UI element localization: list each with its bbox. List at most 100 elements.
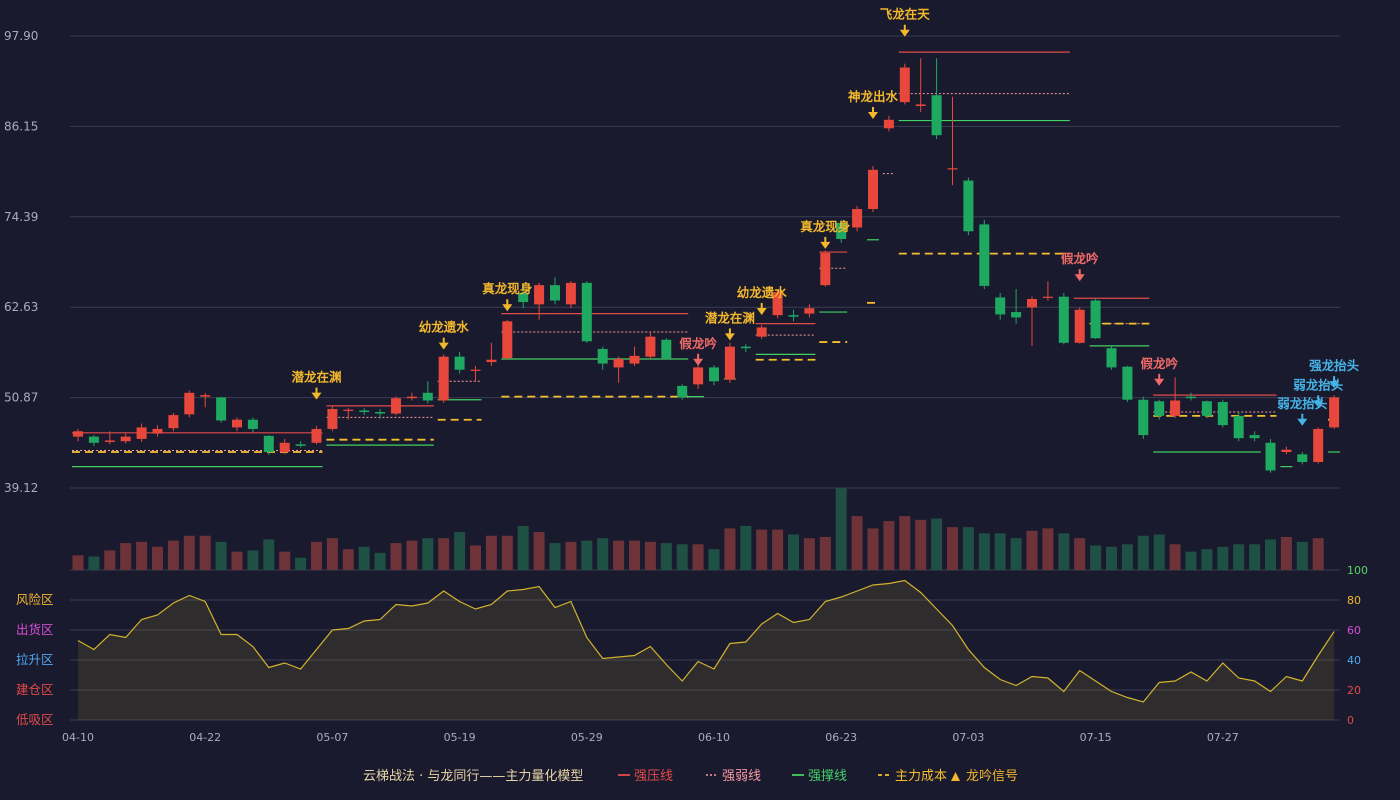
candle-body [391,398,401,414]
volume-bar [247,550,259,570]
candle-body [820,252,831,286]
volume-bar [867,528,879,570]
volume-bar [358,546,370,570]
signal-label: 强龙抬头 [1309,358,1360,373]
candle-body [1170,400,1181,416]
volume-bar [1121,544,1133,570]
candle-body [375,412,386,414]
candle-body [947,168,958,170]
candle-body [136,427,147,439]
candle-body [1011,312,1022,318]
candle-body [454,356,465,370]
volume-bar [676,544,688,570]
signal-label: 真龙现身 [800,219,851,234]
osc-tick-label: 100 [1347,564,1368,577]
candle-body [104,440,115,443]
candle-body [311,428,322,443]
candle-body [724,346,735,380]
date-tick-label: 04-10 [62,731,94,744]
volume-bar [374,552,386,570]
osc-tick-label: 80 [1347,594,1361,607]
osc-tick-label: 20 [1347,684,1361,697]
candle-body [1042,296,1053,298]
volume-bar [756,529,768,570]
price-tick-label: 39.12 [4,481,38,495]
volume-bar [692,544,704,570]
date-tick-label: 06-23 [825,731,857,744]
signal-label: 假龙吟 [1140,356,1178,371]
candle-body [740,346,751,349]
volume-bar [215,541,227,570]
volume-bar [1042,528,1054,570]
date-tick-label: 07-03 [952,731,984,744]
candle-body [247,419,258,429]
candle-body [120,436,131,442]
volume-bar [629,540,640,570]
volume-bar [915,519,927,570]
candle-body [152,428,163,434]
candle-body [232,419,242,428]
price-tick-label: 97.90 [4,29,38,43]
volume-bar [1233,544,1245,570]
volume-bar [120,543,132,570]
candle-body [645,336,656,357]
candle-body [263,435,274,453]
volume-bar [1090,545,1102,570]
osc-zone-label: 拉升区 [16,652,54,667]
volume-bar [565,541,577,570]
volume-bar [597,538,609,570]
volume-bar [199,535,211,570]
candle-body [963,180,974,232]
candle-body [677,385,688,398]
date-tick-label: 04-22 [189,731,221,744]
osc-zone-label: 低吸区 [16,712,54,727]
legend-title: 云梯战法 · 与龙同行——主力量化模型 [363,769,583,784]
candle-body [1249,435,1260,439]
volume-bar [311,541,322,570]
volume-bar [263,539,275,570]
signal-label: 幼龙遗水 [419,320,470,335]
price-tick-label: 50.87 [4,391,38,405]
candle-body [1265,442,1276,471]
candle-body [550,285,560,301]
candle-body [756,327,767,337]
volume-bar [470,545,481,570]
candle-body [931,95,942,136]
signal-label: 潜龙在渊 [291,370,341,385]
osc-tick-label: 60 [1347,624,1361,637]
volume-bar [899,516,911,570]
volume-bar [1010,538,1022,570]
volume-bar [1026,530,1038,570]
candle-body [1281,449,1292,453]
candle-body [343,409,354,411]
candle-body [327,408,338,429]
date-tick-label: 05-29 [571,731,603,744]
volume-bar [1185,551,1197,570]
candle-body [438,356,449,401]
volume-bar [501,535,513,570]
volume-bar [342,549,354,570]
legend-weak: 强弱线 [722,769,761,784]
candle-body [804,308,815,314]
candle-body [709,367,719,382]
candle-body [502,321,513,359]
signal-label: 幼龙遗水 [737,285,788,300]
candle-body [1297,454,1308,463]
candle-body [868,169,878,210]
candle-body [915,104,926,106]
volume-bar [485,535,497,570]
candle-body [470,369,481,371]
volume-bar [1137,535,1149,570]
candle-body [279,442,290,453]
volume-bar [549,543,561,570]
signal-label: 假龙吟 [1061,251,1099,266]
volume-bar [88,556,100,570]
candle-body [1074,309,1085,343]
candle-body [581,282,592,342]
legend-strong-pressure: 强压线 [634,769,673,784]
volume-bar [1280,536,1292,570]
candle-body [899,67,910,103]
signal-label: 真龙现身 [482,281,533,296]
candle-body [73,431,83,437]
signal-label: 飞龙在天 [880,7,931,22]
